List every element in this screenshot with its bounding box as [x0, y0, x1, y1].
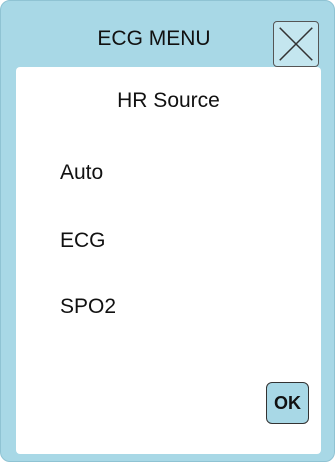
title-bar: ECG MENU [1, 1, 334, 67]
close-icon [279, 27, 313, 61]
option-spo2[interactable]: SPO2 [56, 293, 120, 321]
close-button[interactable] [273, 21, 319, 67]
ok-button[interactable]: OK [266, 382, 309, 424]
option-ecg[interactable]: ECG [56, 227, 110, 255]
ecg-menu-dialog: ECG MENU HR Source Auto ECG SPO2 OK [0, 0, 335, 462]
hr-source-label: HR Source [117, 89, 220, 112]
option-auto[interactable]: Auto [56, 159, 107, 187]
dialog-title: ECG MENU [97, 27, 211, 50]
menu-content-panel: HR Source Auto ECG SPO2 OK [16, 67, 321, 454]
